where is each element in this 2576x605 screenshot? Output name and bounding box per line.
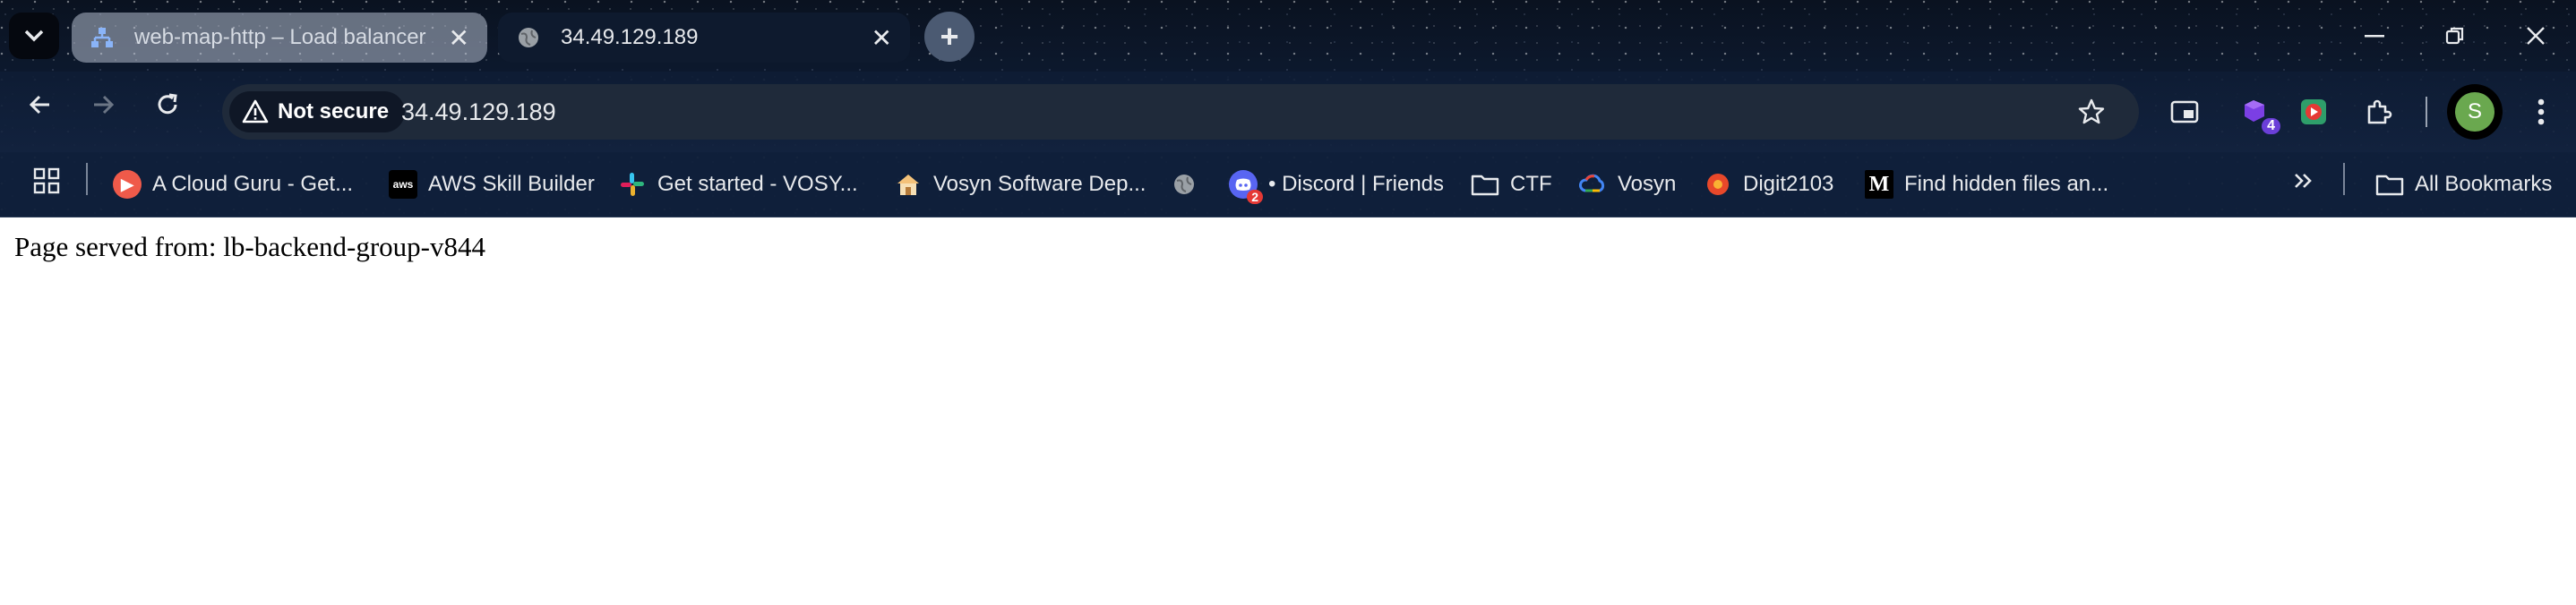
tab-search-button[interactable] (9, 13, 59, 59)
bookmark-discord[interactable]: 2 • Discord | Friends (1229, 163, 1444, 206)
plus-icon: + (940, 18, 959, 55)
google-cloud-icon (1578, 170, 1607, 199)
bookmark-label: AWS Skill Builder (428, 172, 595, 196)
avatar-initial: S (2467, 99, 2482, 124)
bookmark-label: CTF (1510, 172, 1552, 196)
more-bookmarks-button[interactable] (2284, 161, 2323, 200)
star-icon (2078, 98, 2105, 124)
extension-badge: 4 (2262, 118, 2280, 134)
bookmark-medium[interactable]: M Find hidden files an... (1865, 163, 2108, 206)
house-icon (894, 170, 923, 199)
menu-button[interactable] (2519, 89, 2563, 134)
tab-active-page[interactable]: 34.49.129.189 ✕ (498, 13, 910, 63)
extension-purple-button[interactable]: 4 (2234, 89, 2280, 134)
digit-icon (1704, 170, 1732, 199)
picture-in-picture-icon (2170, 100, 2199, 124)
puzzle-icon (2367, 99, 2392, 124)
url-text[interactable]: 34.49.129.189 (401, 84, 556, 140)
discord-icon: 2 (1229, 170, 1263, 204)
bookmark-vosyn-software[interactable]: Vosyn Software Dep... (894, 163, 1146, 206)
bookmark-digit2103[interactable]: Digit2103 (1704, 163, 1833, 206)
minimize-icon (2365, 35, 2384, 38)
tab-title: web-map-http – Load balancer (134, 25, 426, 49)
bookmark-aws-skill-builder[interactable]: aws AWS Skill Builder (389, 163, 595, 206)
aws-icon: aws (389, 170, 417, 199)
bookmark-vosyn-slack[interactable]: Get started - VOSY... (618, 163, 858, 206)
bookmark-label: A Cloud Guru - Get... (152, 172, 354, 196)
globe-icon (1170, 170, 1198, 199)
double-chevron-right-icon (2295, 174, 2312, 188)
bookmark-vosyn-cloud[interactable]: Vosyn (1578, 163, 1676, 206)
apps-grid-icon (33, 167, 60, 194)
tab-load-balancer[interactable]: web-map-http – Load balancer ✕ (72, 13, 487, 63)
kebab-menu-icon (2537, 98, 2545, 125)
tab-title: 34.49.129.189 (561, 25, 699, 49)
profile-button[interactable]: S (2447, 84, 2503, 140)
all-bookmarks-button[interactable]: All Bookmarks (2375, 163, 2552, 206)
tab-strip: web-map-http – Load balancer ✕ 34.49.129… (0, 0, 2576, 72)
new-tab-button[interactable]: + (924, 12, 975, 62)
discord-badge: 2 (1247, 190, 1263, 204)
slack-icon (618, 170, 647, 199)
picture-in-picture-button[interactable] (2162, 89, 2207, 134)
reload-button[interactable] (145, 82, 190, 127)
back-button[interactable] (18, 82, 63, 127)
bookmark-label: Digit2103 (1743, 172, 1834, 196)
page-body-text: Page served from: lb-backend-group-v844 (14, 231, 485, 262)
restore-button[interactable] (2415, 11, 2495, 61)
address-bar[interactable]: Not secure 34.49.129.189 (222, 84, 2139, 140)
bookmark-acloudguru[interactable]: ▶ A Cloud Guru - Get... (113, 163, 353, 206)
toolbar-divider (2426, 97, 2427, 127)
security-chip[interactable]: Not secure (229, 91, 406, 132)
arrow-right-icon (94, 95, 115, 115)
acloudguru-icon: ▶ (113, 170, 142, 199)
extensions-button[interactable] (2356, 89, 2400, 134)
all-bookmarks-label: All Bookmarks (2415, 172, 2553, 196)
bookmark-label: Vosyn Software Dep... (933, 172, 1146, 196)
bookmark-label: • Discord | Friends (1268, 172, 1445, 196)
bookmark-globe[interactable] (1170, 163, 1209, 206)
browser-chrome: web-map-http – Load balancer ✕ 34.49.129… (0, 0, 2576, 217)
bookmark-label: Vosyn (1618, 172, 1677, 196)
close-icon (2527, 27, 2545, 45)
medium-icon: M (1865, 170, 1893, 199)
apps-button[interactable] (27, 161, 66, 200)
bookmark-star-button[interactable] (2069, 89, 2114, 134)
close-icon[interactable]: ✕ (449, 23, 469, 53)
extension-youtube-button[interactable] (2291, 89, 2336, 134)
warning-icon (242, 99, 269, 124)
load-balancer-icon (90, 25, 115, 50)
folder-icon (2375, 170, 2404, 199)
bookmarks-divider (86, 163, 88, 195)
reload-icon (158, 93, 177, 115)
globe-icon (516, 25, 541, 50)
bookmarks-divider (2343, 163, 2345, 195)
close-window-button[interactable] (2495, 11, 2576, 61)
restore-icon (2445, 27, 2464, 45)
minimize-button[interactable] (2334, 11, 2415, 61)
avatar: S (2455, 92, 2494, 132)
chevron-down-icon (24, 30, 44, 42)
bookmark-folder-ctf[interactable]: CTF (1471, 163, 1552, 206)
bookmark-label: Find hidden files an... (1904, 172, 2109, 196)
youtube-extension-icon (2301, 99, 2326, 124)
arrow-left-icon (29, 95, 49, 115)
bookmark-label: Get started - VOSY... (657, 172, 858, 196)
folder-icon (1471, 170, 1499, 199)
security-label: Not secure (278, 99, 390, 124)
close-icon[interactable]: ✕ (872, 23, 892, 53)
forward-button[interactable] (81, 82, 125, 127)
